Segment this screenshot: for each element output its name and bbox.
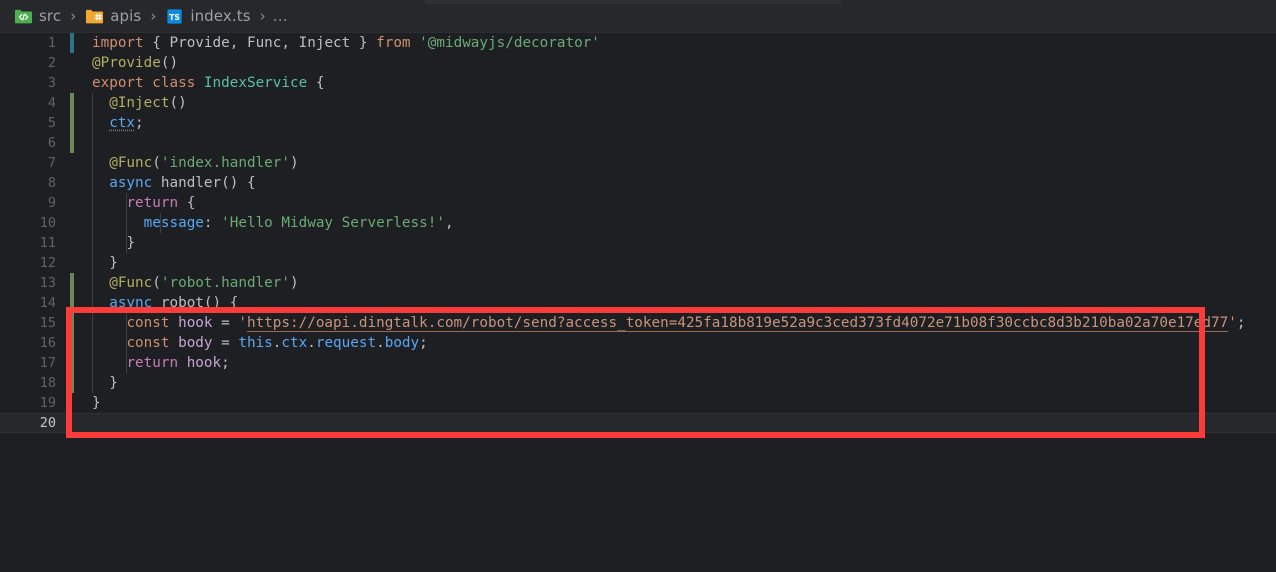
svg-text:TS: TS <box>169 12 180 21</box>
code-text: } <box>66 233 135 253</box>
url-string[interactable]: https://oapi.dingtalk.com/robot/send?acc… <box>246 315 1229 332</box>
code-text: } <box>66 373 118 393</box>
code-line-active[interactable]: 20 <box>0 413 1276 433</box>
code-text: @Inject() <box>66 93 187 113</box>
code-line[interactable]: 12 } <box>0 253 1276 273</box>
code-text: } <box>66 253 118 273</box>
code-text: } <box>92 395 101 411</box>
code-text <box>66 133 101 153</box>
code-line[interactable]: 3 export class IndexService { <box>0 73 1276 93</box>
code-text: const hook = 'https://oapi.dingtalk.com/… <box>66 313 1245 333</box>
code-text: @Func('index.handler') <box>66 153 299 173</box>
chevron-right-icon: › <box>150 7 157 25</box>
line-number: 2 <box>47 55 56 71</box>
typescript-file-icon: TS <box>165 7 184 26</box>
line-number: 8 <box>47 175 56 191</box>
code-line[interactable]: 11 } <box>0 233 1276 253</box>
line-number: 15 <box>39 315 56 331</box>
code-text: export class IndexService { <box>92 75 325 91</box>
breadcrumb-item-index-ts[interactable]: TS index.ts <box>163 7 252 26</box>
code-line[interactable]: 9 return { <box>0 193 1276 213</box>
line-number: 14 <box>39 295 56 311</box>
code-text: async handler() { <box>66 173 256 193</box>
folder-src-icon <box>14 7 33 26</box>
code-line[interactable]: 8 async handler() { <box>0 173 1276 193</box>
code-line[interactable]: 1 import { Provide, Func, Inject } from … <box>0 33 1276 53</box>
breadcrumb-item-ellipsis[interactable]: … <box>273 7 289 25</box>
line-number: 5 <box>47 115 56 131</box>
line-number: 4 <box>47 95 56 111</box>
breadcrumb-item-label: index.ts <box>190 7 251 25</box>
code-line[interactable]: 18 } <box>0 373 1276 393</box>
chevron-right-icon: › <box>259 7 266 25</box>
code-editor[interactable]: 1 import { Provide, Func, Inject } from … <box>0 33 1276 572</box>
line-number: 3 <box>47 75 56 91</box>
code-line[interactable]: 10 message: 'Hello Midway Serverless!', <box>0 213 1276 233</box>
folder-apis-icon <box>85 7 104 26</box>
code-text: async robot() { <box>66 293 238 313</box>
breadcrumb: src › apis › TS index.ts › … <box>0 0 1276 33</box>
code-line[interactable]: 6 <box>0 133 1276 153</box>
line-number: 10 <box>39 215 56 231</box>
code-text: ctx; <box>66 113 144 133</box>
line-number: 18 <box>39 375 56 391</box>
line-number: 19 <box>39 395 56 411</box>
line-number: 11 <box>39 235 56 251</box>
code-text: @Func('robot.handler') <box>66 273 299 293</box>
code-text: const body = this.ctx.request.body; <box>66 333 428 353</box>
code-text: import { Provide, Func, Inject } from '@… <box>92 35 600 51</box>
code-line[interactable]: 4 @Inject() <box>0 93 1276 113</box>
line-number: 6 <box>47 135 56 151</box>
code-line[interactable]: 2 @Provide() <box>0 53 1276 73</box>
code-line[interactable]: 14 async robot() { <box>0 293 1276 313</box>
code-line[interactable]: 13 @Func('robot.handler') <box>0 273 1276 293</box>
line-number: 13 <box>39 275 56 291</box>
breadcrumb-item-label: src <box>39 7 62 25</box>
code-line[interactable]: 5 ctx; <box>0 113 1276 133</box>
editor-empty-area[interactable] <box>0 477 1276 572</box>
code-line[interactable]: 19 } <box>0 393 1276 413</box>
line-number: 20 <box>39 415 56 431</box>
line-number: 16 <box>39 335 56 351</box>
chevron-right-icon: › <box>70 7 77 25</box>
breadcrumb-item-src[interactable]: src <box>12 7 63 26</box>
line-number: 1 <box>47 35 56 51</box>
line-number: 12 <box>39 255 56 271</box>
code-line[interactable]: 17 return hook; <box>0 353 1276 373</box>
line-number: 7 <box>47 155 56 171</box>
code-text: return hook; <box>66 353 230 373</box>
code-text: return { <box>66 193 195 213</box>
code-line[interactable]: 16 const body = this.ctx.request.body; <box>0 333 1276 353</box>
code-line[interactable]: 15 const hook = 'https://oapi.dingtalk.c… <box>0 313 1276 333</box>
code-text: message: 'Hello Midway Serverless!', <box>66 213 454 233</box>
code-line[interactable]: 7 @Func('index.handler') <box>0 153 1276 173</box>
breadcrumb-item-label: apis <box>110 7 142 25</box>
line-number: 9 <box>47 195 56 211</box>
tabstrip-shade <box>425 0 841 4</box>
breadcrumb-item-apis[interactable]: apis <box>83 7 143 26</box>
code-surface[interactable]: 1 import { Provide, Func, Inject } from … <box>0 33 1276 433</box>
line-number: 17 <box>39 355 56 371</box>
code-text: @Provide() <box>92 55 179 71</box>
